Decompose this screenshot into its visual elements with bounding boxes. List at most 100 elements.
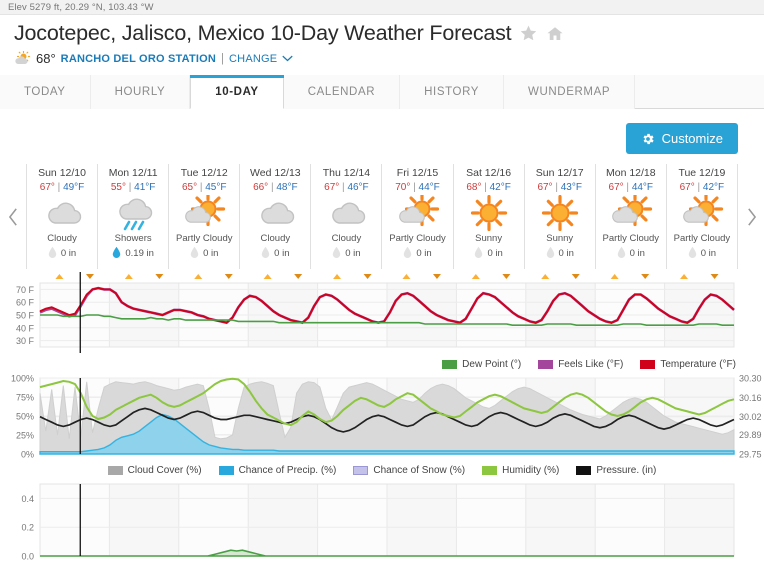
temperature-chart-svg: 30 F 40 F 50 F 60 F 70 F [16, 272, 735, 353]
forecast-low: 42°F [702, 182, 725, 193]
svg-text:60 F: 60 F [16, 298, 35, 308]
forecast-precip: 0 in [688, 246, 716, 261]
legend-item-cloud-cover[interactable]: Cloud Cover (%) [107, 465, 202, 476]
raindrop-empty-icon [332, 246, 341, 261]
forecast-precip-value: 0 in [487, 248, 503, 259]
star-icon[interactable] [519, 24, 538, 43]
legend-swatch-chance-of-snow [353, 466, 369, 475]
legend-item-pressure[interactable]: Pressure. (in) [576, 465, 656, 476]
legend-label-cloud-cover: Cloud Cover (%) [127, 465, 202, 476]
forecast-next-arrow[interactable] [738, 164, 764, 269]
forecast-date: Thu 12/14 [322, 167, 371, 179]
sunrise-marker-icon [333, 274, 342, 279]
customize-button[interactable]: Customize [625, 123, 738, 154]
tab-history[interactable]: HISTORY [400, 75, 505, 109]
tab-today[interactable]: TODAY [0, 75, 91, 109]
legend-label-temperature: Temperature (°F) [660, 359, 736, 370]
forecast-precip-value: 0 in [416, 248, 432, 259]
raindrop-empty-icon [617, 246, 626, 261]
forecast-date: Tue 12/12 [180, 167, 228, 179]
svg-text:75%: 75% [16, 393, 34, 403]
forecast-low: 41°F [134, 182, 156, 193]
raindrop-empty-icon [474, 246, 483, 261]
title-row: Jocotepec, Jalisco, Mexico 10-Day Weathe… [14, 21, 764, 46]
forecast-day-card[interactable]: Tue 12/19 67° | 42°F Partly Cloudy 0 in [667, 164, 738, 269]
forecast-precip-value: 0 in [60, 248, 77, 259]
forecast-prev-arrow[interactable] [0, 164, 26, 269]
forecast-day-card[interactable]: Tue 12/12 65° | 45°F Partly Cloudy 0 in [169, 164, 241, 269]
forecast-precip-value: 0 in [629, 248, 645, 259]
legend-item-chance-of-snow[interactable]: Chance of Snow (%) [353, 465, 465, 476]
forecast-day-card[interactable]: Mon 12/18 67° | 44°F Partly Cloudy 0 in [596, 164, 667, 269]
sunny-icon [538, 195, 582, 231]
elevation-text: Elev 5279 ft, 20.29 °N, 103.43 °W [8, 2, 154, 13]
forecast-day-card[interactable]: Sun 12/10 67° | 49°F Cloudy 0 in [27, 164, 99, 269]
forecast-precip: 0 in [474, 246, 503, 261]
forecast-precip: 0 in [403, 246, 432, 261]
sunset-marker-icon [224, 274, 233, 279]
forecast-temps: 66° | 48°F [253, 182, 298, 193]
forecast-temp-separator: | [623, 182, 632, 193]
forecast-temps: 55° | 41°F [111, 182, 156, 193]
sunrise-marker-icon [194, 274, 203, 279]
station-separator: | [221, 52, 225, 65]
forecast-temps: 67° | 43°F [537, 182, 582, 193]
svg-text:30.16: 30.16 [739, 393, 762, 403]
forecast-date: Sat 12/16 [466, 167, 512, 179]
legend-swatch-dew-point [442, 360, 458, 369]
forecast-precip: 0 in [546, 246, 574, 261]
tab-wundermap[interactable]: WUNDERMAP [504, 75, 636, 109]
change-station-link[interactable]: CHANGE [229, 53, 277, 65]
sun-behind-cloud-icon [14, 51, 31, 66]
tab-calendar[interactable]: CALENDAR [283, 75, 401, 109]
sunset-marker-icon [502, 274, 511, 279]
legend-swatch-chance-of-precip [218, 466, 234, 475]
chevron-left-icon [8, 207, 17, 226]
customize-label: Customize [661, 131, 723, 146]
home-icon[interactable] [546, 25, 564, 43]
precip-amount-chart-svg: 0.0 0.2 0.4 [21, 483, 735, 562]
tab-10-day[interactable]: 10-DAY [190, 75, 285, 109]
tab-hourly[interactable]: HOURLY [90, 75, 191, 109]
forecast-precip: 0 in [332, 246, 361, 261]
svg-text:70 F: 70 F [16, 285, 35, 295]
raindrop-empty-icon [403, 246, 412, 261]
forecast-condition: Cloudy [47, 233, 77, 244]
station-name[interactable]: RANCHO DEL ORO STATION [61, 53, 216, 65]
sunset-marker-icon [710, 274, 719, 279]
legend-item-humidity[interactable]: Humidity (%) [482, 465, 559, 476]
legend-swatch-cloud-cover [107, 466, 123, 475]
forecast-day-card[interactable]: Mon 12/11 55° | 41°F Showers 0.19 in [98, 164, 170, 269]
forecast-temp-separator: | [54, 182, 64, 193]
forecast-condition: Cloudy [331, 233, 362, 244]
legend-item-dew-point[interactable]: Dew Point (°) [442, 359, 521, 370]
toolbar: Customize [0, 109, 764, 154]
sunrise-marker-icon [124, 274, 133, 279]
cloudy-icon [253, 195, 297, 231]
forecast-day-card[interactable]: Wed 12/13 66° | 48°F Cloudy 0 in [240, 164, 312, 269]
forecast-temp-separator: | [481, 182, 490, 193]
forecast-day-card[interactable]: Thu 12/14 67° | 46°F Cloudy 0 in [311, 164, 383, 269]
svg-text:100%: 100% [11, 374, 34, 384]
forecast-precip-value: 0.19 in [125, 248, 154, 259]
station-row: 68° RANCHO DEL ORO STATION | CHANGE [14, 51, 764, 66]
current-temperature: 68° [36, 51, 56, 66]
legend-swatch-temperature [640, 360, 656, 369]
legend-item-chance-of-precip[interactable]: Chance of Precip. (%) [218, 465, 336, 476]
forecast-temp-separator: | [552, 182, 561, 193]
legend-item-temperature[interactable]: Temperature (°F) [640, 359, 736, 370]
legend-label-feels-like: Feels Like (°F) [558, 359, 624, 370]
forecast-high: 65° [181, 182, 198, 193]
legend-item-feels-like[interactable]: Feels Like (°F) [538, 359, 623, 370]
legend-swatch-feels-like [538, 360, 554, 369]
sunrise-marker-icon [680, 274, 689, 279]
sunset-marker-icon [641, 274, 650, 279]
forecast-condition: Partly Cloudy [602, 233, 660, 244]
sunset-marker-icon [571, 274, 580, 279]
forecast-day-card[interactable]: Fri 12/15 70° | 44°F Partly Cloudy 0 in [382, 164, 454, 269]
raindrop-empty-icon [261, 246, 270, 261]
forecast-day-card[interactable]: Sat 12/16 68° | 42°F Sunny 0 in [454, 164, 525, 269]
forecast-temps: 67° | 49°F [40, 182, 85, 193]
forecast-day-card[interactable]: Sun 12/17 67° | 43°F Sunny 0 in [525, 164, 596, 269]
chevron-down-icon[interactable] [282, 55, 293, 62]
